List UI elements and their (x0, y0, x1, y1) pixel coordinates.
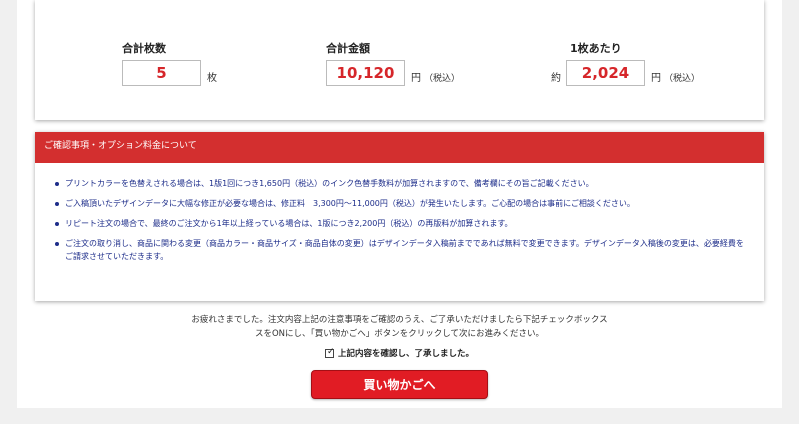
per-item-prefix: 約 (551, 73, 561, 84)
quantity-label: 合計枚数 (122, 42, 166, 55)
total-price-value: 10,120 (326, 60, 405, 86)
agree-checkbox-label[interactable]: 上記内容を確認し、了承しました。 (338, 347, 474, 359)
order-summary-card: 合計枚数 5 枚 合計金額 10,120 円 （税込） 1枚あたり 約 2,02… (35, 0, 764, 120)
notice-title: ご確認事項・オプション料金について (35, 132, 764, 163)
notice-item-text: ご注文の取り消し、商品に関わる変更（商品カラー・商品サイズ・商品自体の変更）はデ… (65, 239, 744, 261)
per-item-unit: 円 (651, 73, 661, 84)
confirmation-line-1: お疲れさまでした。注文内容上記の注意事項をご確認のうえ、ご了承いただけましたら下… (191, 315, 608, 325)
notice-item: プリントカラーを色替えされる場合は、1版1回につき1,650円（税込）のインク色… (55, 177, 744, 190)
notice-item: ご入稿頂いたデザインデータに大幅な修正が必要な場合は、修正料 3,300円〜11… (55, 197, 744, 210)
bullet-icon (55, 202, 59, 206)
checkmark-icon: ✓ (326, 346, 335, 357)
confirmation-line-2: スをONにし、「買い物かごへ」ボタンをクリックして次にお進みください。 (254, 329, 545, 339)
total-price-unit: 円 (411, 73, 421, 84)
notice-card: ご確認事項・オプション料金について プリントカラーを色替えされる場合は、1版1回… (35, 132, 764, 301)
per-item-summary: 1枚あたり 約 2,024 円 （税込） (551, 40, 700, 86)
bullet-icon (55, 242, 59, 246)
notice-item: リピート注文の場合で、最終のご注文から1年以上経っている場合は、1版につき2,2… (55, 217, 744, 230)
total-price-summary: 合計金額 10,120 円 （税込） (326, 40, 460, 86)
add-to-cart-button[interactable]: 買い物かごへ (311, 370, 488, 399)
page-content: 合計枚数 5 枚 合計金額 10,120 円 （税込） 1枚あたり 約 2,02… (17, 0, 782, 408)
agree-checkbox[interactable]: ✓ (324, 346, 335, 358)
per-item-label: 1枚あたり (570, 42, 622, 55)
notice-list: プリントカラーを色替えされる場合は、1版1回につき1,650円（税込）のインク色… (35, 163, 764, 263)
notice-item-text: プリントカラーを色替えされる場合は、1版1回につき1,650円（税込）のインク色… (65, 179, 594, 188)
bullet-icon (55, 182, 59, 186)
agree-checkbox-row[interactable]: ✓ 上記内容を確認し、了承しました。 (17, 347, 782, 359)
total-price-tax: （税込） (424, 74, 461, 84)
notice-item-text: リピート注文の場合で、最終のご注文から1年以上経っている場合は、1版につき2,2… (65, 219, 513, 228)
quantity-value: 5 (122, 60, 201, 86)
quantity-unit: 枚 (207, 73, 217, 84)
per-item-tax: （税込） (664, 74, 701, 84)
total-price-label: 合計金額 (326, 42, 370, 55)
confirmation-message: お疲れさまでした。注文内容上記の注意事項をご確認のうえ、ご了承いただけましたら下… (17, 313, 782, 341)
bullet-icon (55, 222, 59, 226)
per-item-value: 2,024 (566, 60, 645, 86)
quantity-summary: 合計枚数 5 枚 (122, 40, 217, 86)
notice-item: ご注文の取り消し、商品に関わる変更（商品カラー・商品サイズ・商品自体の変更）はデ… (55, 237, 744, 263)
notice-item-text: ご入稿頂いたデザインデータに大幅な修正が必要な場合は、修正料 3,300円〜11… (65, 199, 635, 208)
